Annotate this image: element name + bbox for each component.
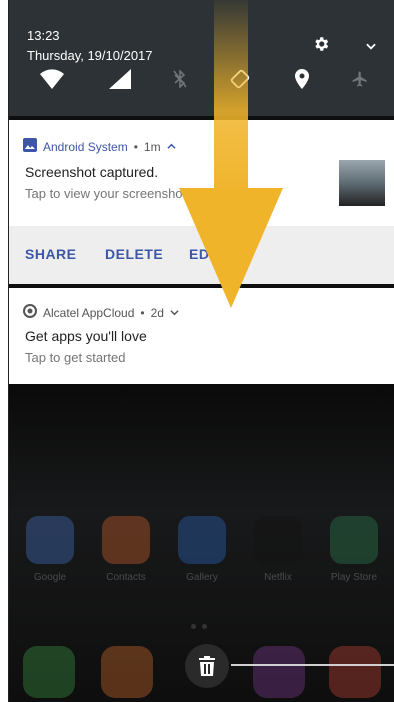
app-google[interactable]: Google [23,516,77,583]
quick-settings-panel: 13:23 Thursday, 19/10/2017 [9,0,394,116]
cellular-signal-icon[interactable] [103,62,137,96]
google-icon [26,516,74,564]
contacts-icon [102,516,150,564]
notification-app-name: Alcatel AppCloud [43,305,135,320]
clock: 13:23 [27,28,60,43]
notification-title: Screenshot captured. [25,164,159,180]
notification-age: 1m [143,139,161,154]
app-netflix[interactable]: Netflix [251,516,305,583]
play-store-icon [330,516,378,564]
app-contacts[interactable]: Contacts [99,516,153,583]
delete-button[interactable]: DELETE [105,246,163,262]
date-label: Thursday, 19/10/2017 [27,48,153,63]
bluetooth-icon[interactable] [163,62,197,96]
page-indicator [191,624,207,629]
settings-gear-icon[interactable] [309,32,333,56]
app-gallery[interactable]: Gallery [175,516,229,583]
chrome-app-icon[interactable] [329,646,381,698]
gallery-icon [178,516,226,564]
notification-header: Alcatel AppCloud • 2d [23,304,179,321]
collapse-chevron-icon[interactable] [166,140,176,154]
notification-screenshot[interactable]: Android System • 1m Screenshot captured.… [9,120,394,226]
auto-rotate-icon[interactable] [223,62,257,96]
wifi-icon[interactable] [35,62,69,96]
notification-app-name: Android System [43,139,128,154]
notification-text: Tap to get started [25,350,126,365]
divider-line [231,664,394,666]
phone-screen: 13:23 Thursday, 19/10/2017 Android Syste… [8,0,394,702]
phone-app-icon[interactable] [23,646,75,698]
notification-text: Tap to view your screenshot. [25,186,190,201]
notification-age: 2d [150,305,164,320]
location-pin-icon[interactable] [285,62,319,96]
edit-button[interactable]: EDIT [189,246,223,262]
netflix-icon [254,516,302,564]
appcloud-icon [23,304,37,321]
share-button[interactable]: SHARE [25,246,77,262]
notification-actions: SHARE DELETE EDIT [9,226,394,284]
clear-all-trash-icon[interactable] [185,644,229,688]
messages-app-icon[interactable] [101,646,153,698]
airplane-mode-icon[interactable] [343,62,377,96]
quick-tiles-row [9,62,394,98]
expand-chevron-icon[interactable] [361,36,381,56]
notification-appcloud[interactable]: Alcatel AppCloud • 2d Get apps you'll lo… [9,288,394,384]
browser-app-icon[interactable] [253,646,305,698]
image-icon [23,138,37,155]
expand-chevron-icon[interactable] [170,306,179,320]
screenshot-thumbnail[interactable] [339,160,385,206]
notification-title: Get apps you'll love [25,328,147,344]
notification-header: Android System • 1m [23,138,176,155]
app-play-store[interactable]: Play Store [327,516,381,583]
